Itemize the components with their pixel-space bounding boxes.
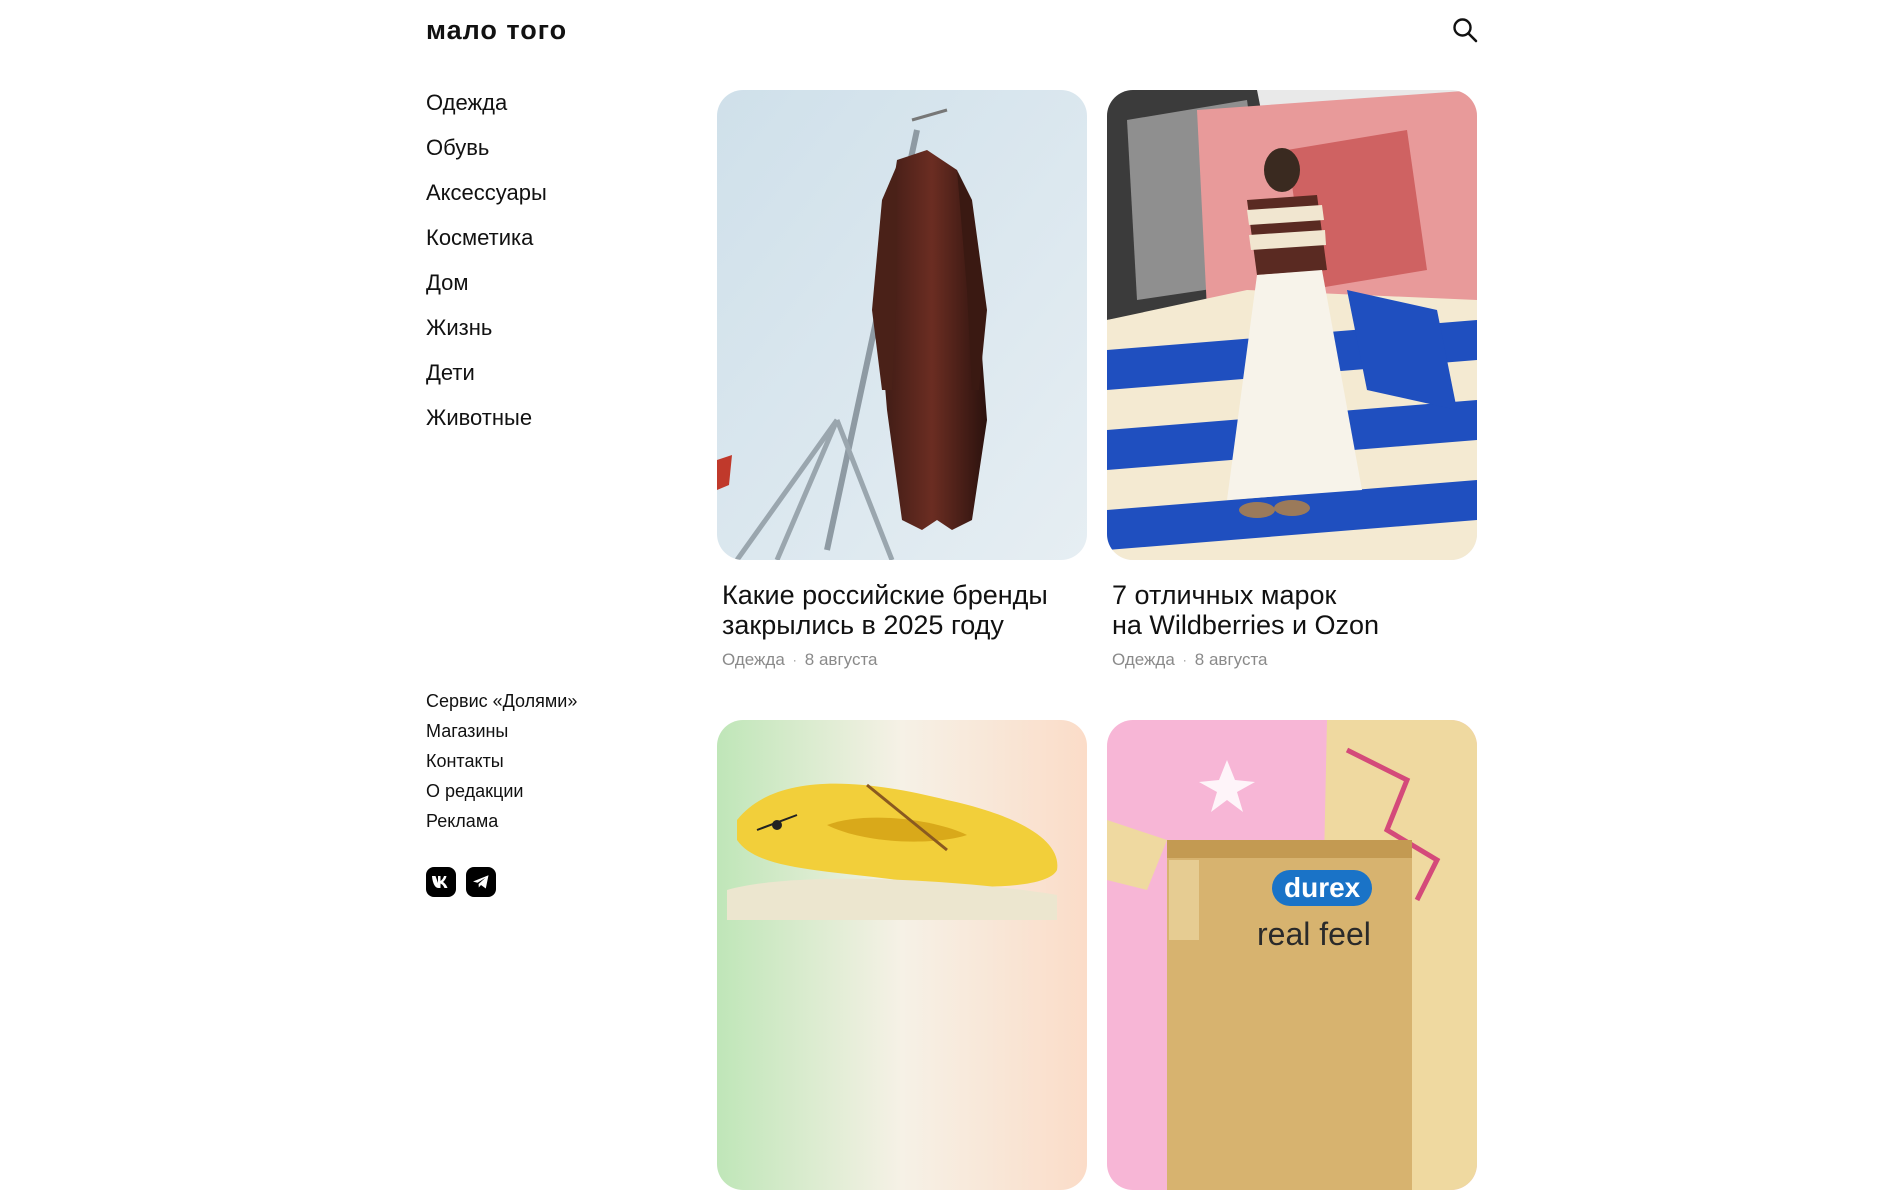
article-title[interactable]: Какие российские бренды закрылись в 2025… (722, 580, 1087, 640)
vk-icon[interactable] (426, 867, 456, 897)
article-title-line: Какие российские бренды (722, 580, 1048, 610)
separator-dot: · (792, 653, 797, 667)
social-links (426, 867, 496, 897)
nav-item-shoes[interactable]: Обувь (426, 131, 547, 176)
footer-link-dolyami[interactable]: Сервис «Долями» (426, 688, 577, 718)
article-title[interactable]: 7 отличных марок на Wildberries и Ozon (1112, 580, 1477, 640)
article-date: 8 августа (804, 650, 878, 669)
article-image-clogs[interactable] (717, 720, 1087, 1190)
article-title-line: 7 отличных марок (1112, 580, 1337, 610)
article-date: 8 августа (1194, 650, 1268, 669)
durex-logo-text: durex (1272, 870, 1373, 906)
article-title-line: на Wildberries и Ozon (1112, 610, 1380, 640)
footer-links: Сервис «Долями» Магазины Контакты О реда… (426, 688, 577, 838)
footer-link-shops[interactable]: Магазины (426, 718, 577, 748)
nav-item-cosmetics[interactable]: Косметика (426, 221, 547, 266)
article-category[interactable]: Одежда (722, 650, 785, 670)
durex-product-text: real feel (1257, 916, 1371, 952)
search-icon[interactable] (1451, 16, 1479, 44)
nav-item-life[interactable]: Жизнь (426, 311, 547, 356)
footer-link-editorial[interactable]: О редакции (426, 778, 577, 808)
nav-item-animals[interactable]: Животные (426, 401, 547, 446)
article-image-durex[interactable]: durex real feel (1107, 720, 1477, 1190)
article-meta: Одежда · 8 августа (722, 650, 1087, 670)
article-card[interactable] (717, 720, 1087, 1190)
nav-item-accessories[interactable]: Аксессуары (426, 176, 547, 221)
article-image-polo-collage[interactable] (1107, 90, 1477, 560)
telegram-icon[interactable] (466, 867, 496, 897)
article-card[interactable]: 7 отличных марок на Wildberries и Ozon О… (1107, 90, 1477, 670)
article-card[interactable]: Какие российские бренды закрылись в 2025… (717, 90, 1087, 670)
article-title-line: закрылись в 2025 году (722, 610, 1004, 640)
site-logo[interactable]: мало того (426, 14, 567, 46)
article-category[interactable]: Одежда (1112, 650, 1175, 670)
article-meta: Одежда · 8 августа (1112, 650, 1477, 670)
nav-item-home[interactable]: Дом (426, 266, 547, 311)
footer-link-contacts[interactable]: Контакты (426, 748, 577, 778)
category-nav: Одежда Обувь Аксессуары Косметика Дом Жи… (426, 86, 547, 446)
footer-link-ads[interactable]: Реклама (426, 808, 577, 838)
article-card[interactable]: durex real feel (1107, 720, 1477, 1190)
logo-text: мало того (426, 15, 568, 45)
article-image-coat[interactable] (717, 90, 1087, 560)
separator-dot: · (1182, 653, 1187, 667)
nav-item-clothes[interactable]: Одежда (426, 86, 547, 131)
nav-item-kids[interactable]: Дети (426, 356, 547, 401)
